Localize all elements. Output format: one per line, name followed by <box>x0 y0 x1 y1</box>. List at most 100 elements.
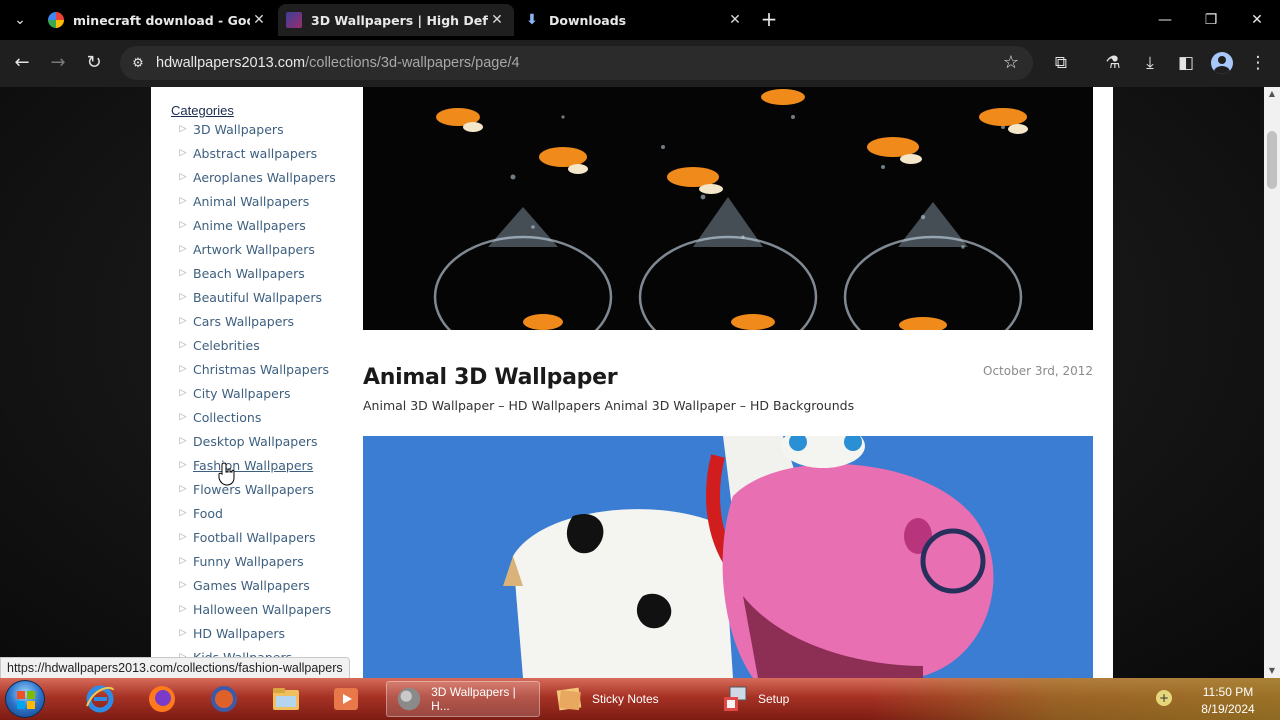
forward-arrow-icon[interactable]: → <box>46 51 70 75</box>
categories-heading: Categories <box>171 103 234 118</box>
sidebar-item-food[interactable]: ▷ Food <box>171 501 361 525</box>
sidebar-item-football-wallpapers[interactable]: ▷ Football Wallpapers <box>171 525 361 549</box>
sidebar-item-hd-wallpapers[interactable]: ▷ HD Wallpapers <box>171 621 361 645</box>
sidebar-item-desktop-wallpapers[interactable]: ▷ Desktop Wallpapers <box>171 429 361 453</box>
clock-time: 11:50 PM <box>1202 685 1254 699</box>
sidebar-item-label[interactable]: Football Wallpapers <box>193 530 316 545</box>
sidebar-item-halloween-wallpapers[interactable]: ▷ Halloween Wallpapers <box>171 597 361 621</box>
sidebar-item-celebrities[interactable]: ▷ Celebrities <box>171 333 361 357</box>
file-explorer-icon[interactable] <box>262 682 310 716</box>
sidebar-item-funny-wallpapers[interactable]: ▷ Funny Wallpapers <box>171 549 361 573</box>
address-path: /collections/3d-wallpapers/page/4 <box>305 55 520 71</box>
sidebar-item-label[interactable]: Abstract wallpapers <box>193 146 317 161</box>
new-tab-button[interactable]: + <box>758 8 780 30</box>
address-bar[interactable]: ⚙ hdwallpapers2013.com/collections/3d-wa… <box>120 46 1033 80</box>
task-label: Sticky Notes <box>592 692 659 706</box>
sidebar-item-fashion-wallpapers[interactable]: ▷ Fashion Wallpapers <box>171 453 361 477</box>
minimize-icon[interactable]: — <box>1150 8 1180 32</box>
sidebar-item-label[interactable]: Halloween Wallpapers <box>193 602 331 617</box>
sidebar-item-label[interactable]: Flowers Wallpapers <box>193 482 314 497</box>
menu-kebab-icon[interactable]: ⋮ <box>1246 51 1270 75</box>
download-favicon-icon: ⬇ <box>526 12 538 28</box>
sidebar-item-anime-wallpapers[interactable]: ▷ Anime Wallpapers <box>171 213 361 237</box>
vertical-scrollbar[interactable]: ▲ ▼ <box>1264 87 1280 678</box>
sidebar-item-label[interactable]: Celebrities <box>193 338 260 353</box>
post-title[interactable]: Animal 3D Wallpaper <box>363 365 618 390</box>
windows-logo-icon <box>17 691 35 709</box>
scrollbar-thumb[interactable] <box>1267 131 1277 189</box>
sidebar-item-aeroplanes-wallpapers[interactable]: ▷ Aeroplanes Wallpapers <box>171 165 361 189</box>
sidebar-item-label[interactable]: Collections <box>193 410 261 425</box>
tab-close-icon[interactable]: ✕ <box>726 12 744 28</box>
sidebar-item-games-wallpapers[interactable]: ▷ Games Wallpapers <box>171 573 361 597</box>
sidebar-item-label[interactable]: City Wallpapers <box>193 386 291 401</box>
tab-title: minecraft download - Google <box>73 12 250 28</box>
sidebar-item-abstract-wallpapers[interactable]: ▷ Abstract wallpapers <box>171 141 361 165</box>
scroll-up-arrow-icon[interactable]: ▲ <box>1264 87 1280 101</box>
bookmark-star-icon[interactable]: ☆ <box>1003 52 1019 73</box>
firefox-alt-icon[interactable] <box>200 682 248 716</box>
category-list: ▷ 3D Wallpapers ▷ Abstract wallpapers ▷ Aerop… <box>171 117 361 669</box>
show-hidden-icons-icon[interactable]: + <box>1156 690 1172 706</box>
back-arrow-icon[interactable]: ← <box>10 51 34 75</box>
labs-flask-icon[interactable]: ⚗ <box>1101 51 1125 75</box>
restore-icon[interactable]: ❐ <box>1196 8 1226 32</box>
sidebar-item-label[interactable]: 3D Wallpapers <box>193 122 284 137</box>
side-panel-icon[interactable]: ◧ <box>1174 51 1198 75</box>
sidebar-item-label[interactable]: Aeroplanes Wallpapers <box>193 170 336 185</box>
close-window-icon[interactable]: ✕ <box>1242 8 1272 32</box>
sidebar-item-animal-wallpapers[interactable]: ▷ Animal Wallpapers <box>171 189 361 213</box>
sidebar-item-label[interactable]: Desktop Wallpapers <box>193 434 318 449</box>
tab-3d-wallpapers[interactable]: 3D Wallpapers | High Definitio ✕ <box>278 4 514 36</box>
page-viewport: Categories ▷ 3D Wallpapers ▷ Abstract wallp… <box>0 87 1264 678</box>
media-player-icon[interactable] <box>322 682 370 716</box>
goldfish-wallpaper-image[interactable] <box>363 87 1093 330</box>
taskbar-task-browser[interactable]: 3D Wallpapers | H... <box>386 681 540 717</box>
downloads-icon[interactable]: ⤓ <box>1138 51 1162 75</box>
tab-google-search[interactable]: minecraft download - Google ✕ <box>40 4 276 36</box>
sidebar-item-beach-wallpapers[interactable]: ▷ Beach Wallpapers <box>171 261 361 285</box>
tab-search-chevron-icon[interactable]: ⌄ <box>10 10 30 30</box>
sidebar-item-3d-wallpapers[interactable]: ▷ 3D Wallpapers <box>171 117 361 141</box>
sidebar-item-label[interactable]: Anime Wallpapers <box>193 218 306 233</box>
sidebar-item-label[interactable]: HD Wallpapers <box>193 626 285 641</box>
extensions-puzzle-icon[interactable]: ⧉ <box>1049 51 1073 75</box>
system-clock[interactable]: 11:50 PM 8/19/2024 <box>1188 684 1268 718</box>
sidebar-item-label[interactable]: Beach Wallpapers <box>193 266 305 281</box>
sidebar-item-beautiful-wallpapers[interactable]: ▷ Beautiful Wallpapers <box>171 285 361 309</box>
browser-task-icon <box>397 687 421 711</box>
sidebar-item-label[interactable]: Cars Wallpapers <box>193 314 294 329</box>
site-settings-icon[interactable]: ⚙ <box>120 56 156 71</box>
sidebar-item-label[interactable]: Animal Wallpapers <box>193 194 309 209</box>
bullet-triangle-icon: ▷ <box>179 244 187 254</box>
sidebar-item-cars-wallpapers[interactable]: ▷ Cars Wallpapers <box>171 309 361 333</box>
profile-avatar-icon[interactable] <box>1211 52 1233 74</box>
tab-downloads[interactable]: ⬇ Downloads ✕ <box>516 4 752 36</box>
tab-close-icon[interactable]: ✕ <box>488 12 506 28</box>
sidebar-item-label[interactable]: Funny Wallpapers <box>193 554 304 569</box>
sidebar-item-city-wallpapers[interactable]: ▷ City Wallpapers <box>171 381 361 405</box>
sidebar-item-collections[interactable]: ▷ Collections <box>171 405 361 429</box>
taskbar-task-setup[interactable]: Setup <box>712 681 832 717</box>
scroll-down-arrow-icon[interactable]: ▼ <box>1264 664 1280 678</box>
sidebar-item-artwork-wallpapers[interactable]: ▷ Artwork Wallpapers <box>171 237 361 261</box>
sidebar-item-christmas-wallpapers[interactable]: ▷ Christmas Wallpapers <box>171 357 361 381</box>
sidebar-item-label[interactable]: Fashion Wallpapers <box>193 458 313 473</box>
cartoon-cow-wallpaper-image[interactable] <box>363 436 1093 678</box>
page-body: Categories ▷ 3D Wallpapers ▷ Abstract wallp… <box>151 87 1113 678</box>
reload-icon[interactable]: ↻ <box>82 51 106 75</box>
sidebar-item-label[interactable]: Beautiful Wallpapers <box>193 290 322 305</box>
taskbar-task-sticky-notes[interactable]: Sticky Notes <box>546 681 706 717</box>
tab-close-icon[interactable]: ✕ <box>250 12 268 28</box>
sidebar-item-label[interactable]: Games Wallpapers <box>193 578 310 593</box>
sidebar-item-label[interactable]: Artwork Wallpapers <box>193 242 315 257</box>
internet-explorer-icon[interactable] <box>76 682 124 716</box>
post-excerpt: Animal 3D Wallpaper – HD Wallpapers Anim… <box>363 398 855 413</box>
address-url[interactable]: hdwallpapers2013.com/collections/3d-wall… <box>156 55 520 71</box>
sidebar-item-label[interactable]: Food <box>193 506 223 521</box>
start-button[interactable] <box>5 680 45 718</box>
firefox-icon[interactable] <box>138 682 186 716</box>
sidebar-item-flowers-wallpapers[interactable]: ▷ Flowers Wallpapers <box>171 477 361 501</box>
sidebar-item-label[interactable]: Christmas Wallpapers <box>193 362 329 377</box>
bullet-triangle-icon: ▷ <box>179 172 187 182</box>
